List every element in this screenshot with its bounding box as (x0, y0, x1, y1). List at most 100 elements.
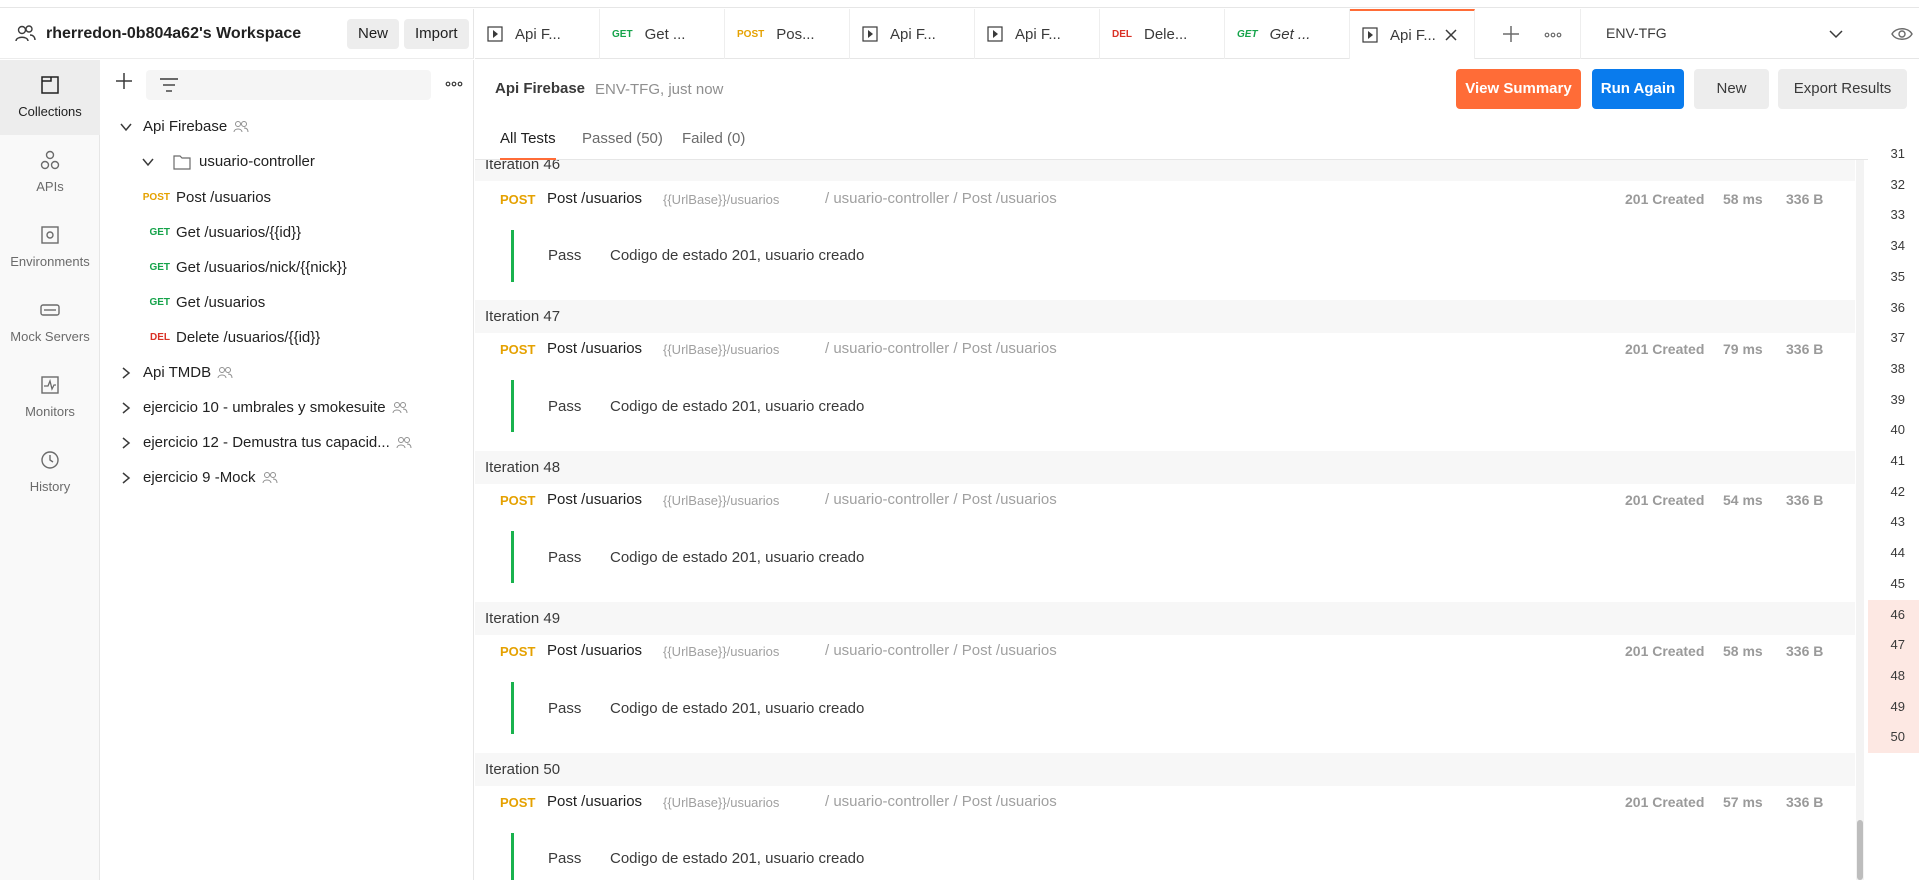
iteration-number[interactable]: 39 (1865, 385, 1905, 416)
iteration-number[interactable]: 50 (1865, 722, 1905, 753)
pass-indicator (511, 531, 514, 583)
test-result: Pass (548, 549, 582, 566)
chevron-down-icon (120, 123, 132, 131)
tab-request[interactable]: GET Get ... (1225, 9, 1350, 59)
tab-request[interactable]: GET Get ... (600, 9, 725, 59)
test-name: Codigo de estado 201, usuario creado (610, 247, 865, 264)
tab-runner-active[interactable]: Api F... (1350, 9, 1475, 59)
rail-item-history[interactable]: History (0, 435, 100, 510)
iteration-number[interactable]: 32 (1865, 170, 1905, 201)
rail-item-apis[interactable]: APIs (0, 135, 100, 210)
iteration-number[interactable]: 34 (1865, 231, 1905, 262)
shared-icon (262, 471, 278, 483)
environment-selector[interactable]: ENV-TFG (1580, 9, 1919, 59)
request-label: Delete /usuarios/{{id}} (176, 329, 321, 346)
history-icon (41, 451, 59, 469)
iteration-header: Iteration 47 (475, 300, 1855, 333)
request-item[interactable]: GET Get /usuarios/nick/{{nick}} (101, 250, 474, 285)
more-options-icon[interactable] (444, 74, 464, 94)
iteration-header: Iteration 49 (475, 602, 1855, 635)
rail-item-collections[interactable]: Collections (0, 60, 100, 135)
tab-runner[interactable]: Api F... (975, 9, 1100, 59)
collection-api-tmdb[interactable]: Api TMDB (101, 355, 474, 390)
eye-icon[interactable] (1891, 24, 1913, 44)
response-time: 58 ms (1723, 643, 1763, 659)
iteration-number[interactable]: 43 (1865, 507, 1905, 538)
new-tab-icon[interactable] (1500, 23, 1522, 45)
request-item[interactable]: GET Get /usuarios/{{id}} (101, 215, 474, 250)
request-result-row[interactable]: POST Post /usuarios {{UrlBase}}/usuarios… (475, 788, 1855, 820)
run-meta: ENV-TFG, just now (595, 81, 724, 98)
test-name: Codigo de estado 201, usuario creado (610, 398, 865, 415)
tab-passed[interactable]: Passed (50) (582, 130, 663, 160)
collection-ejercicio-10[interactable]: ejercicio 10 - umbrales y smokesuite (101, 390, 474, 425)
iteration-number[interactable]: 48 (1865, 661, 1905, 692)
iteration-number[interactable]: 36 (1865, 293, 1905, 324)
view-summary-button[interactable]: View Summary (1456, 69, 1581, 109)
request-path: / usuario-controller / Post /usuarios (825, 793, 1057, 810)
scrollbar-track[interactable] (1856, 160, 1864, 880)
iteration-number[interactable]: 44 (1865, 538, 1905, 569)
tab-all-tests[interactable]: All Tests (500, 130, 556, 160)
collection-api-firebase[interactable]: Api Firebase (101, 109, 474, 144)
rail-item-environments[interactable]: Environments (0, 210, 100, 285)
request-item[interactable]: GET Get /usuarios (101, 285, 474, 320)
request-url: {{UrlBase}}/usuarios (663, 644, 780, 659)
iteration-number[interactable]: 31 (1865, 139, 1905, 170)
search-input[interactable] (146, 70, 431, 100)
iteration-number[interactable]: 38 (1865, 354, 1905, 385)
plus-icon[interactable] (113, 70, 135, 92)
folder-usuario-controller[interactable]: usuario-controller (101, 144, 474, 179)
pass-indicator (511, 230, 514, 282)
collection-ejercicio-9[interactable]: ejercicio 9 -Mock (101, 460, 474, 495)
request-result-row[interactable]: POST Post /usuarios {{UrlBase}}/usuarios… (475, 637, 1855, 669)
tab-label: Get ... (644, 25, 686, 43)
iteration-number[interactable]: 49 (1865, 692, 1905, 723)
test-result: Pass (548, 247, 582, 264)
filter-icon[interactable] (159, 77, 179, 93)
request-result-row[interactable]: POST Post /usuarios {{UrlBase}}/usuarios… (475, 335, 1855, 367)
export-results-button[interactable]: Export Results (1778, 69, 1907, 109)
tab-label: Get ... (1269, 25, 1311, 43)
run-again-button[interactable]: Run Again (1592, 69, 1684, 109)
more-options-icon[interactable] (1543, 25, 1563, 45)
close-icon[interactable] (1444, 28, 1458, 42)
import-button[interactable]: Import (404, 19, 469, 49)
iteration-number[interactable]: 33 (1865, 200, 1905, 231)
new-button[interactable]: New (347, 19, 400, 49)
collection-label: ejercicio 9 -Mock (143, 469, 256, 486)
iteration-header: Iteration 46 (475, 160, 1855, 181)
test-name: Codigo de estado 201, usuario creado (610, 850, 865, 867)
request-item[interactable]: POST Post /usuarios (101, 180, 474, 215)
rail-item-monitors[interactable]: Monitors (0, 360, 100, 435)
new-run-button[interactable]: New (1694, 69, 1769, 109)
monitors-icon (41, 376, 59, 394)
rail-label-history: History (29, 479, 71, 494)
iteration-number[interactable]: 37 (1865, 323, 1905, 354)
iteration-number[interactable]: 41 (1865, 446, 1905, 477)
chevron-down-icon (1829, 30, 1843, 39)
collection-ejercicio-12[interactable]: ejercicio 12 - Demustra tus capacid... (101, 425, 474, 460)
request-url: {{UrlBase}}/usuarios (663, 192, 780, 207)
iteration-header: Iteration 50 (475, 753, 1855, 786)
iteration-number[interactable]: 40 (1865, 415, 1905, 446)
tab-failed[interactable]: Failed (0) (682, 130, 745, 160)
scrollbar-thumb[interactable] (1857, 820, 1863, 880)
tab-request[interactable]: POST Pos... (725, 9, 850, 59)
iteration-number[interactable]: 45 (1865, 569, 1905, 600)
workspace-name[interactable]: rherredon-0b804a62's Workspace (46, 25, 301, 43)
iteration-number[interactable]: 35 (1865, 262, 1905, 293)
tab-runner[interactable]: Api F... (475, 9, 600, 59)
rail-label-apis: APIs (36, 179, 64, 194)
request-item[interactable]: DEL Delete /usuarios/{{id}} (101, 320, 474, 355)
rail-item-mock-servers[interactable]: Mock Servers (0, 285, 100, 360)
tab-request[interactable]: DEL Dele... (1100, 9, 1225, 59)
iteration-number[interactable]: 47 (1865, 630, 1905, 661)
request-name: Post /usuarios (547, 491, 643, 508)
response-size: 336 B (1786, 794, 1824, 810)
iteration-number[interactable]: 42 (1865, 477, 1905, 508)
tab-runner[interactable]: Api F... (850, 9, 975, 59)
request-result-row[interactable]: POST Post /usuarios {{UrlBase}}/usuarios… (475, 486, 1855, 518)
request-result-row[interactable]: POST Post /usuarios {{UrlBase}}/usuarios… (475, 185, 1855, 217)
iteration-number[interactable]: 46 (1865, 600, 1905, 631)
